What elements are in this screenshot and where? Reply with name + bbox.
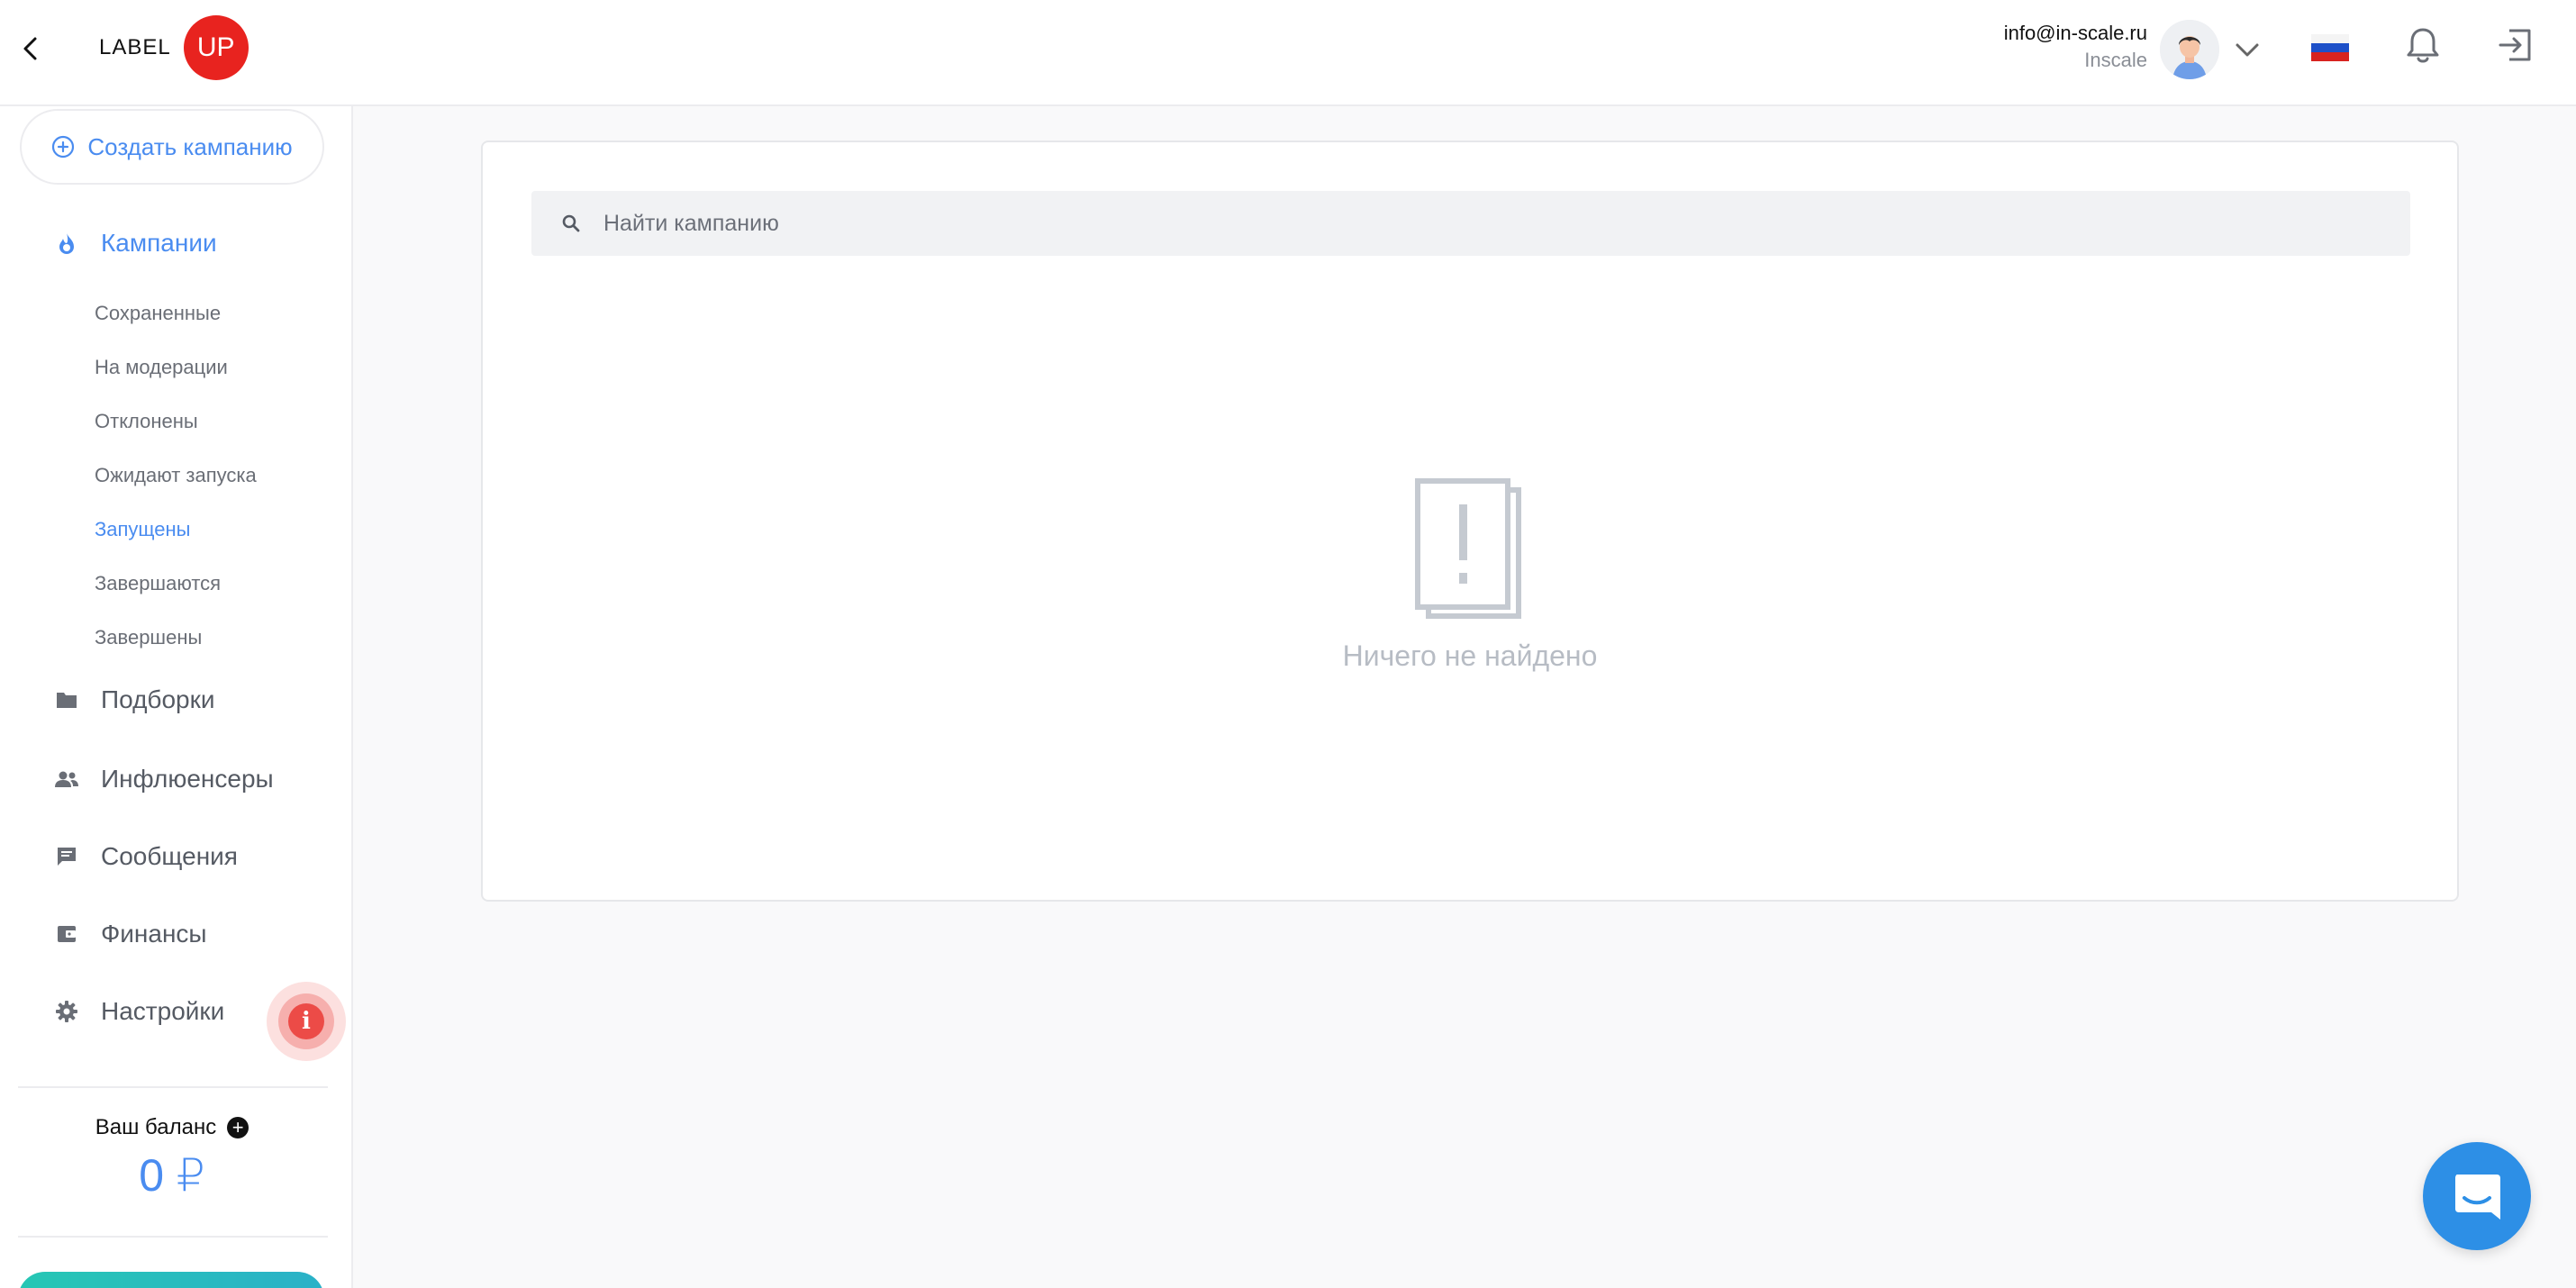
- divider: [18, 1236, 328, 1238]
- support-chat-button[interactable]: [2423, 1142, 2531, 1250]
- people-icon: [54, 766, 79, 792]
- plus-circle-icon: [52, 135, 75, 159]
- balance-value: 0 ₽: [139, 1150, 205, 1201]
- sidebar-item-selections[interactable]: Подборки: [54, 685, 215, 714]
- sidebar-item-label: Настройки: [101, 997, 225, 1025]
- sidebar-subitem-moderation[interactable]: На модерации: [95, 356, 228, 379]
- sidebar-subitem-finishing[interactable]: Завершаются: [95, 572, 221, 595]
- chevron-down-icon[interactable]: [2230, 36, 2264, 63]
- sidebar-item-influencers[interactable]: Инфлюенсеры: [54, 765, 274, 794]
- search-input[interactable]: [603, 210, 2315, 237]
- ru-flag-icon[interactable]: [2311, 34, 2349, 61]
- flame-icon: [54, 231, 79, 256]
- user-company: Inscale: [2084, 49, 2147, 71]
- logout-icon[interactable]: [2495, 25, 2535, 65]
- avatar[interactable]: [2160, 20, 2219, 79]
- sidebar-item-label: Кампании: [101, 229, 217, 257]
- sidebar-subitem-rejected[interactable]: Отклонены: [95, 410, 198, 433]
- back-arrow-icon[interactable]: [13, 31, 49, 67]
- brand-logo[interactable]: LABEL UP: [99, 14, 249, 81]
- bell-icon[interactable]: [2405, 25, 2441, 65]
- info-icon: i: [288, 1003, 324, 1039]
- sidebar-item-messages[interactable]: Сообщения: [54, 842, 238, 871]
- sidebar-subitem-launched[interactable]: Запущены: [95, 518, 191, 541]
- top-up-button[interactable]: [18, 1272, 324, 1288]
- user-email: info@in-scale.ru: [2003, 22, 2147, 44]
- campaigns-panel: Ничего не найдено: [481, 141, 2459, 902]
- search-icon: [557, 209, 585, 238]
- create-campaign-button[interactable]: Создать кампанию: [20, 109, 324, 185]
- balance-label: Ваш баланс: [95, 1115, 217, 1139]
- folder-icon: [54, 687, 79, 712]
- gear-icon: [54, 999, 79, 1024]
- sidebar-subitem-saved[interactable]: Сохраненные: [95, 302, 221, 325]
- sidebar-item-settings[interactable]: Настройки: [54, 997, 224, 1026]
- logo-text: LABEL: [99, 35, 171, 59]
- empty-state-text: Ничего не найдено: [1342, 639, 1598, 672]
- settings-alert-indicator[interactable]: i: [267, 982, 346, 1061]
- divider: [18, 1086, 328, 1088]
- empty-document-icon: [1414, 477, 1531, 621]
- sidebar-item-label: Подборки: [101, 685, 215, 713]
- balance-label-row: Ваш баланс +: [0, 1115, 344, 1140]
- sidebar-item-label: Сообщения: [101, 842, 238, 870]
- chat-widget-icon: [2455, 1175, 2500, 1220]
- wallet-icon: [54, 921, 79, 947]
- sidebar-item-label: Инфлюенсеры: [101, 765, 274, 793]
- chat-bubble-icon: [54, 844, 79, 869]
- create-campaign-label: Создать кампанию: [87, 132, 293, 160]
- search-bar[interactable]: [531, 191, 2410, 256]
- sidebar: Создать кампанию Кампании Сохраненные На…: [0, 106, 353, 1288]
- logo-badge: UP: [183, 15, 249, 80]
- sidebar-item-label: Финансы: [101, 920, 207, 948]
- sidebar-item-campaigns[interactable]: Кампании: [54, 229, 217, 258]
- add-balance-icon[interactable]: +: [227, 1117, 249, 1138]
- sidebar-subitem-finished[interactable]: Завершены: [95, 626, 202, 649]
- sidebar-item-finance[interactable]: Финансы: [54, 920, 207, 948]
- user-info[interactable]: info@in-scale.ru Inscale: [2004, 20, 2147, 74]
- top-bar: LABEL UP info@in-scale.ru Inscale: [0, 0, 2576, 106]
- sidebar-subitem-awaiting-launch[interactable]: Ожидают запуска: [95, 464, 257, 487]
